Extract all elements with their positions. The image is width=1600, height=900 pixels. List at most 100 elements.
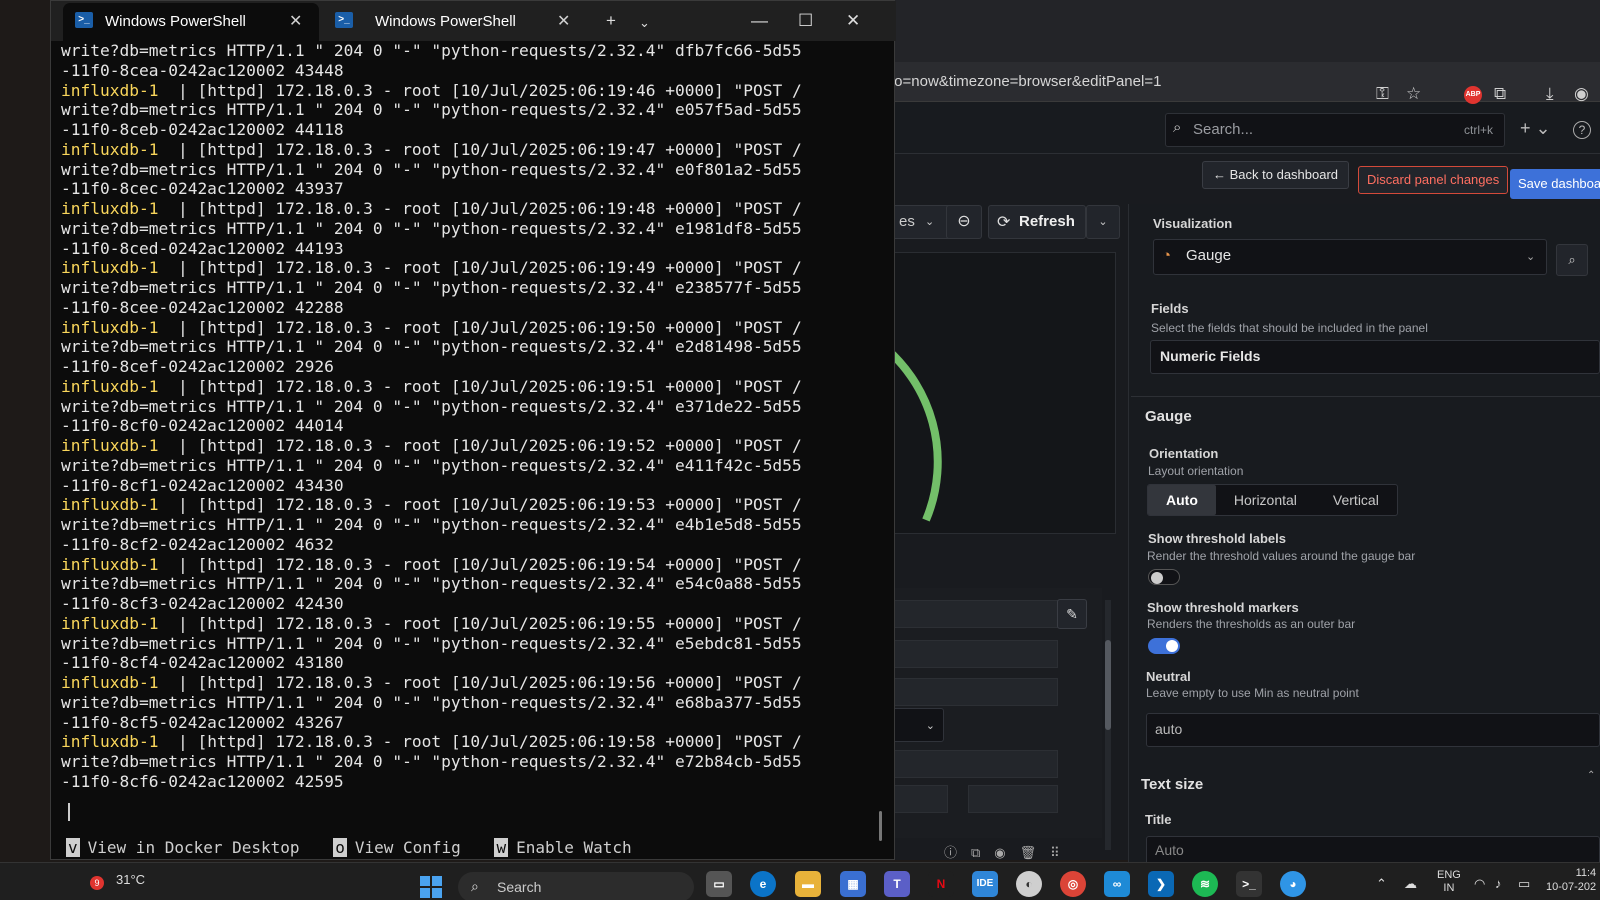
terminal-scrollbar[interactable] bbox=[879, 811, 882, 841]
query-row[interactable] bbox=[888, 600, 1058, 628]
query-action-icons[interactable]: ⓘ⧉◉🗑⠿ bbox=[944, 842, 1074, 861]
log-text: | [httpd] 172.18.0.3 - root [10/Jul/2025… bbox=[158, 80, 802, 100]
discard-panel-changes-button[interactable]: Discard panel changes bbox=[1358, 166, 1509, 194]
cloud-icon[interactable]: ☁ bbox=[1404, 876, 1417, 892]
log-line: influxdb-1 | [httpd] 172.18.0.3 - root [… bbox=[61, 673, 881, 693]
terminal-output[interactable]: write?db=metrics HTTP/1.1 " 204 0 "-" "p… bbox=[61, 41, 881, 811]
netflix-icon[interactable]: N bbox=[928, 871, 954, 897]
close-window-icon[interactable]: ✕ bbox=[846, 11, 860, 31]
system-clock[interactable]: 11:4 10-07-202 bbox=[1546, 866, 1596, 894]
log-text: -11f0-8cf3-0242ac120002 42430 bbox=[61, 594, 344, 613]
log-text: write?db=metrics HTTP/1.1 " 204 0 "-" "p… bbox=[61, 633, 802, 653]
chrome-icon[interactable]: ◎ bbox=[1060, 871, 1086, 897]
taskbar-search[interactable] bbox=[458, 872, 694, 900]
profile-avatar-icon[interactable]: ◉ bbox=[1574, 84, 1589, 104]
visualization-search-button[interactable]: ⌕ bbox=[1556, 244, 1588, 276]
gauge-section-header[interactable]: Gauge bbox=[1145, 408, 1192, 425]
language-indicator[interactable]: ENG IN bbox=[1437, 869, 1461, 895]
service-name: influxdb-1 bbox=[61, 554, 159, 574]
store-icon[interactable]: ▦ bbox=[840, 871, 866, 897]
service-name: influxdb-1 bbox=[61, 613, 159, 633]
chevron-up-icon[interactable]: ⌃ bbox=[1587, 770, 1595, 781]
log-line: -11f0-8ced-0242ac120002 44193 bbox=[61, 239, 881, 259]
ide-icon[interactable]: IDE bbox=[972, 871, 998, 897]
terminal-icon[interactable]: >_ bbox=[1236, 871, 1262, 897]
minimize-icon[interactable]: — bbox=[751, 11, 768, 31]
query-row[interactable] bbox=[888, 750, 1058, 778]
log-line: -11f0-8cf4-0242ac120002 43180 bbox=[61, 653, 881, 673]
fields-label: Fields bbox=[1151, 301, 1189, 316]
log-text: write?db=metrics HTTP/1.1 " 204 0 "-" "p… bbox=[61, 159, 802, 179]
zoom-out-icon: ⊖ bbox=[957, 213, 971, 230]
app-icon[interactable]: ◐ bbox=[1016, 871, 1042, 897]
gauge-icon: ◔ bbox=[1162, 247, 1172, 264]
edge-icon[interactable]: e bbox=[750, 871, 776, 897]
orientation-vertical[interactable]: Vertical bbox=[1315, 485, 1397, 515]
start-button[interactable] bbox=[420, 876, 442, 898]
query-row[interactable] bbox=[888, 785, 948, 813]
app-icon[interactable]: ◕ bbox=[1280, 871, 1306, 897]
volume-icon[interactable]: ♪ bbox=[1495, 876, 1502, 891]
star-icon[interactable]: ☆ bbox=[1406, 84, 1421, 104]
orientation-horizontal[interactable]: Horizontal bbox=[1216, 485, 1315, 515]
log-text: | [httpd] 172.18.0.3 - root [10/Jul/2025… bbox=[158, 258, 802, 278]
powershell-icon: >_ bbox=[335, 12, 353, 28]
battery-icon[interactable]: ▭ bbox=[1518, 876, 1530, 892]
spotify-icon[interactable]: ≋ bbox=[1192, 871, 1218, 897]
terminal-tab[interactable]: >_ Windows PowerShell ✕ bbox=[323, 3, 585, 41]
address-url[interactable]: to=now&timezone=browser&editPanel=1 bbox=[890, 73, 1161, 90]
new-tab-icon[interactable]: + bbox=[606, 11, 616, 31]
log-text: write?db=metrics HTTP/1.1 " 204 0 "-" "p… bbox=[61, 100, 802, 120]
maximize-icon[interactable]: ☐ bbox=[798, 11, 813, 31]
wifi-icon[interactable]: ◠ bbox=[1474, 876, 1485, 892]
view-in-docker-desktop-option[interactable]: v View in Docker Desktop bbox=[66, 838, 300, 857]
log-text: | [httpd] 172.18.0.3 - root [10/Jul/2025… bbox=[158, 732, 802, 752]
text-size-section-header[interactable]: Text size bbox=[1141, 776, 1203, 793]
log-text: -11f0-8cf5-0242ac120002 43267 bbox=[61, 712, 344, 732]
extensions-icon[interactable]: ⧉ bbox=[1494, 84, 1506, 104]
refresh-interval-dropdown[interactable]: ⌄ bbox=[1086, 205, 1120, 239]
log-text: write?db=metrics HTTP/1.1 " 204 0 "-" "p… bbox=[61, 218, 802, 238]
adblock-icon[interactable]: ABP bbox=[1464, 86, 1482, 104]
copilot-icon[interactable]: ∞ bbox=[1104, 871, 1130, 897]
query-select[interactable]: ⌄ bbox=[888, 708, 944, 742]
neutral-input[interactable] bbox=[1146, 713, 1600, 747]
service-name: influxdb-1 bbox=[61, 495, 159, 515]
add-menu-icon[interactable]: + ⌄ bbox=[1520, 118, 1551, 139]
view-config-option[interactable]: o View Config bbox=[333, 838, 461, 857]
zoom-out-button[interactable]: ⊖ bbox=[946, 205, 982, 239]
terminal-tab[interactable]: >_ Windows PowerShell ✕ bbox=[63, 3, 319, 41]
chevron-down-icon[interactable]: ⌄ bbox=[639, 15, 650, 31]
log-line: influxdb-1 | [httpd] 172.18.0.3 - root [… bbox=[61, 258, 881, 278]
weather-temperature[interactable]: 31°C bbox=[116, 872, 145, 887]
key-icon[interactable]: ⚿ bbox=[1376, 84, 1389, 104]
teams-icon[interactable]: T bbox=[884, 871, 910, 897]
save-dashboard-button[interactable]: Save dashboard bbox=[1510, 169, 1600, 199]
query-row[interactable] bbox=[888, 640, 1058, 668]
close-icon[interactable]: ✕ bbox=[289, 11, 302, 31]
back-to-dashboard-button[interactable]: ← Back to dashboard bbox=[1202, 161, 1350, 189]
enable-watch-option[interactable]: w Enable Watch bbox=[494, 838, 632, 857]
neutral-description: Leave empty to use Min as neutral point bbox=[1146, 686, 1359, 700]
service-name: influxdb-1 bbox=[61, 732, 159, 752]
orientation-auto[interactable]: Auto bbox=[1148, 485, 1216, 515]
query-row[interactable] bbox=[968, 785, 1058, 813]
threshold-labels-toggle[interactable] bbox=[1148, 569, 1180, 585]
orientation-radio-group[interactable]: Auto Horizontal Vertical bbox=[1147, 484, 1398, 516]
docker-compose-menu: v View in Docker Desktop o View Config w En… bbox=[66, 838, 656, 857]
chevron-up-icon[interactable]: ⌃ bbox=[1376, 876, 1387, 892]
task-view-icon[interactable]: ▭ bbox=[706, 871, 732, 897]
help-icon[interactable]: ? bbox=[1573, 121, 1591, 139]
search-icon: ⌕ bbox=[1568, 252, 1576, 267]
vscode-icon[interactable]: ❯ bbox=[1148, 871, 1174, 897]
edit-query-button[interactable]: ✎ bbox=[1057, 599, 1087, 629]
threshold-markers-toggle[interactable] bbox=[1148, 638, 1180, 654]
query-row[interactable] bbox=[888, 678, 1058, 706]
log-line: -11f0-8cf0-0242ac120002 44014 bbox=[61, 416, 881, 436]
log-line: write?db=metrics HTTP/1.1 " 204 0 "-" "p… bbox=[61, 41, 881, 61]
download-icon[interactable]: ⤓ bbox=[1546, 84, 1554, 104]
query-scrollbar-thumb[interactable] bbox=[1105, 640, 1111, 730]
section-divider bbox=[1131, 396, 1600, 397]
close-icon[interactable]: ✕ bbox=[557, 11, 570, 31]
file-explorer-icon[interactable]: ▬ bbox=[795, 871, 821, 897]
